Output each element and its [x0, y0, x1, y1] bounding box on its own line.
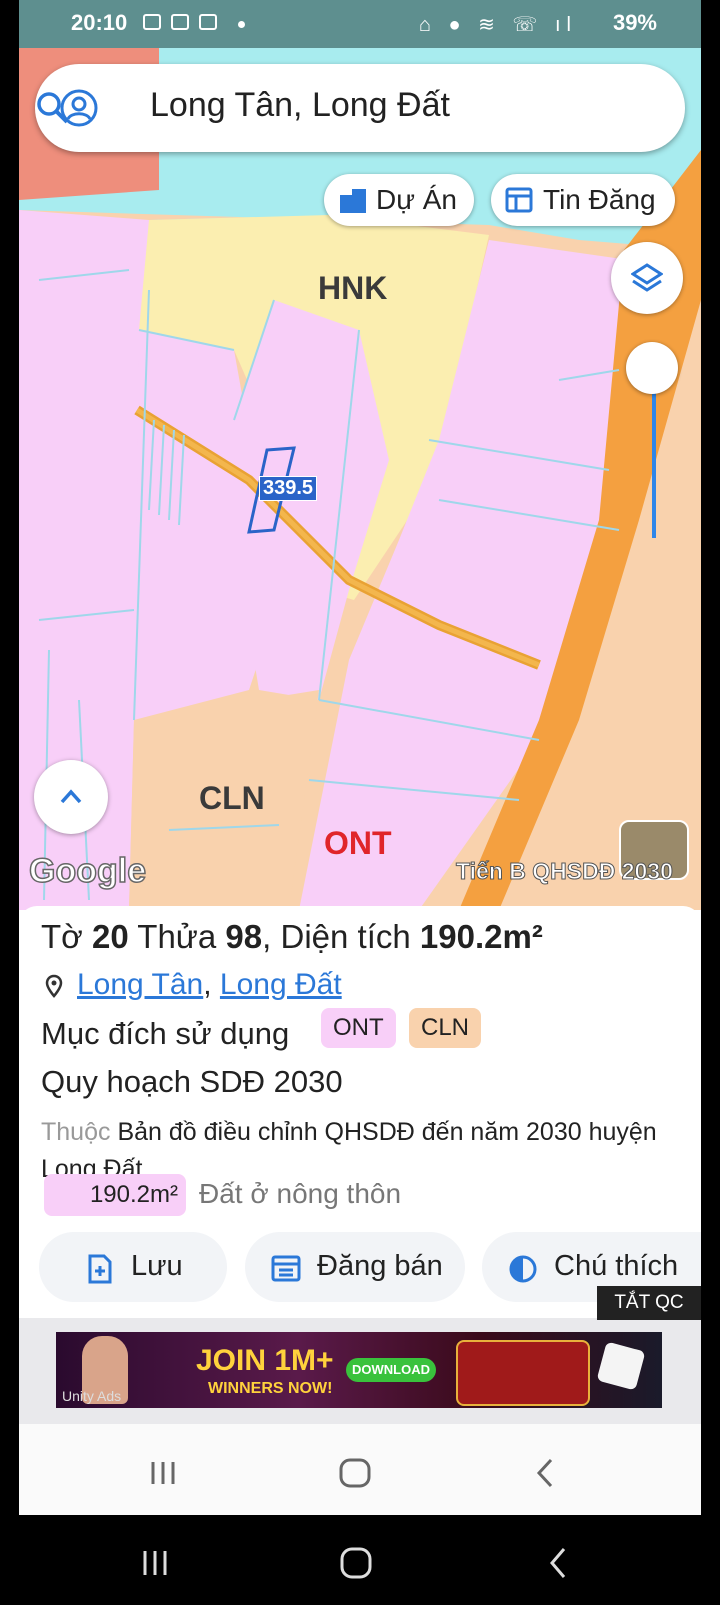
google-logo: Google [28, 851, 147, 891]
system-recent-apps-icon[interactable] [141, 1549, 169, 1577]
battery-level: 39% [612, 10, 657, 35]
land-area-badge: 190.2m² [44, 1174, 186, 1216]
lot-number: 98 [225, 918, 263, 955]
app-navigation-bar [19, 1424, 701, 1515]
district-link[interactable]: Long Đất [220, 968, 342, 1001]
sheet-number: 20 [91, 918, 129, 955]
sheet-label: Tờ [41, 918, 83, 955]
system-status-icons: ⌂ ● ≋ ☏ ıl [418, 14, 577, 36]
save-button[interactable]: Lưu [39, 1232, 227, 1302]
search-bar[interactable]: Long Tân, Long Đất [35, 64, 685, 152]
parcel-info-card: Tờ 20 Thửa 98, Diện tích 190.2m² Long Tâ… [19, 906, 701, 1336]
map-label-cln: CLN [199, 780, 265, 816]
search-icon[interactable] [35, 90, 71, 126]
ad-slot-machine-image [456, 1340, 590, 1406]
layers-button[interactable] [611, 242, 683, 314]
map-label-hnk: HNK [318, 270, 388, 306]
ad-download-button[interactable]: DOWNLOAD [346, 1358, 436, 1382]
tin-dang-chip[interactable]: Tin Đăng [491, 174, 675, 226]
purpose-badge-cln: CLN [409, 1008, 482, 1048]
system-back-icon[interactable] [548, 1547, 568, 1579]
contrast-icon [509, 1255, 537, 1283]
system-home-icon[interactable] [340, 1547, 372, 1579]
listing-icon [505, 187, 533, 213]
post-sale-label: Đăng bán [317, 1250, 443, 1282]
lot-label: Thửa [137, 918, 217, 955]
chevron-up-icon [60, 789, 82, 804]
home-icon[interactable] [339, 1458, 371, 1488]
plan-title: Quy hoạch SDĐ 2030 [41, 1064, 343, 1099]
ad-banner[interactable]: JOIN 1M+ WINNERS NOW! DOWNLOAD Unity Ads [56, 1332, 662, 1408]
opacity-slider-knob[interactable] [626, 342, 678, 394]
tin-dang-label: Tin Đăng [543, 184, 656, 215]
system-navigation-bar [0, 1515, 720, 1605]
layers-icon [631, 263, 663, 292]
map-label-ont: ONT [324, 825, 392, 861]
purpose-badge-ont: ONT [321, 1008, 396, 1048]
back-icon[interactable] [535, 1458, 555, 1488]
legend-label: Chú thích [554, 1250, 679, 1282]
location-separator: , [203, 968, 212, 1001]
map-view[interactable]: HNK CLN ONT 339.5 20:10 ⌂ ● ≋ ☏ ıl 39% L… [19, 0, 701, 910]
news-notification-icon [199, 14, 217, 30]
ad-banner-area: JOIN 1M+ WINNERS NOW! DOWNLOAD Unity Ads [19, 1318, 701, 1424]
more-notifications-icon [238, 21, 245, 28]
opacity-slider-track[interactable] [652, 370, 656, 538]
unity-ads-label: Unity Ads [62, 1388, 122, 1404]
building-icon [340, 189, 366, 213]
area-value: 190.2m² [419, 918, 543, 955]
close-ad-button[interactable]: TẮT QC [597, 1286, 701, 1320]
parcel-summary: Tờ 20 Thửa 98, Diện tích 190.2m² [41, 918, 543, 955]
expand-up-button[interactable] [34, 760, 108, 834]
search-input[interactable]: Long Tân, Long Đất [150, 86, 450, 125]
save-add-icon [88, 1254, 112, 1284]
parcel-number-label[interactable]: 339.5 [259, 476, 318, 501]
post-sale-button[interactable]: Đăng bán [245, 1232, 465, 1302]
land-type-label: Đất ở nông thôn [199, 1178, 402, 1209]
zalo-notification-icon [171, 14, 189, 30]
plan-desc-prefix: Thuộc [41, 1118, 111, 1146]
area-label: Diện tích [280, 918, 411, 955]
ad-subheadline: WINNERS NOW! [208, 1380, 333, 1397]
ad-headline: JOIN 1M+ [196, 1344, 334, 1377]
purpose-label: Mục đích sử dụng [41, 1016, 290, 1051]
status-time: 20:10 [71, 10, 128, 35]
gallery-notification-icon [143, 14, 161, 30]
app-screen: HNK CLN ONT 339.5 20:10 ⌂ ● ≋ ☏ ıl 39% L… [19, 0, 701, 1515]
location-pin-icon [45, 974, 63, 998]
save-label: Lưu [131, 1250, 183, 1282]
recent-apps-icon[interactable] [149, 1460, 177, 1486]
ward-link[interactable]: Long Tân [77, 968, 203, 1001]
status-bar: 20:10 ⌂ ● ≋ ☏ ıl 39% [19, 0, 701, 48]
map-layer-tag: Tiến B QHSDĐ 2030 [456, 858, 674, 885]
du-an-chip[interactable]: Dự Án [324, 174, 474, 226]
du-an-label: Dự Án [376, 184, 457, 215]
calendar-icon [271, 1255, 301, 1282]
ad-dice-image [596, 1341, 646, 1391]
